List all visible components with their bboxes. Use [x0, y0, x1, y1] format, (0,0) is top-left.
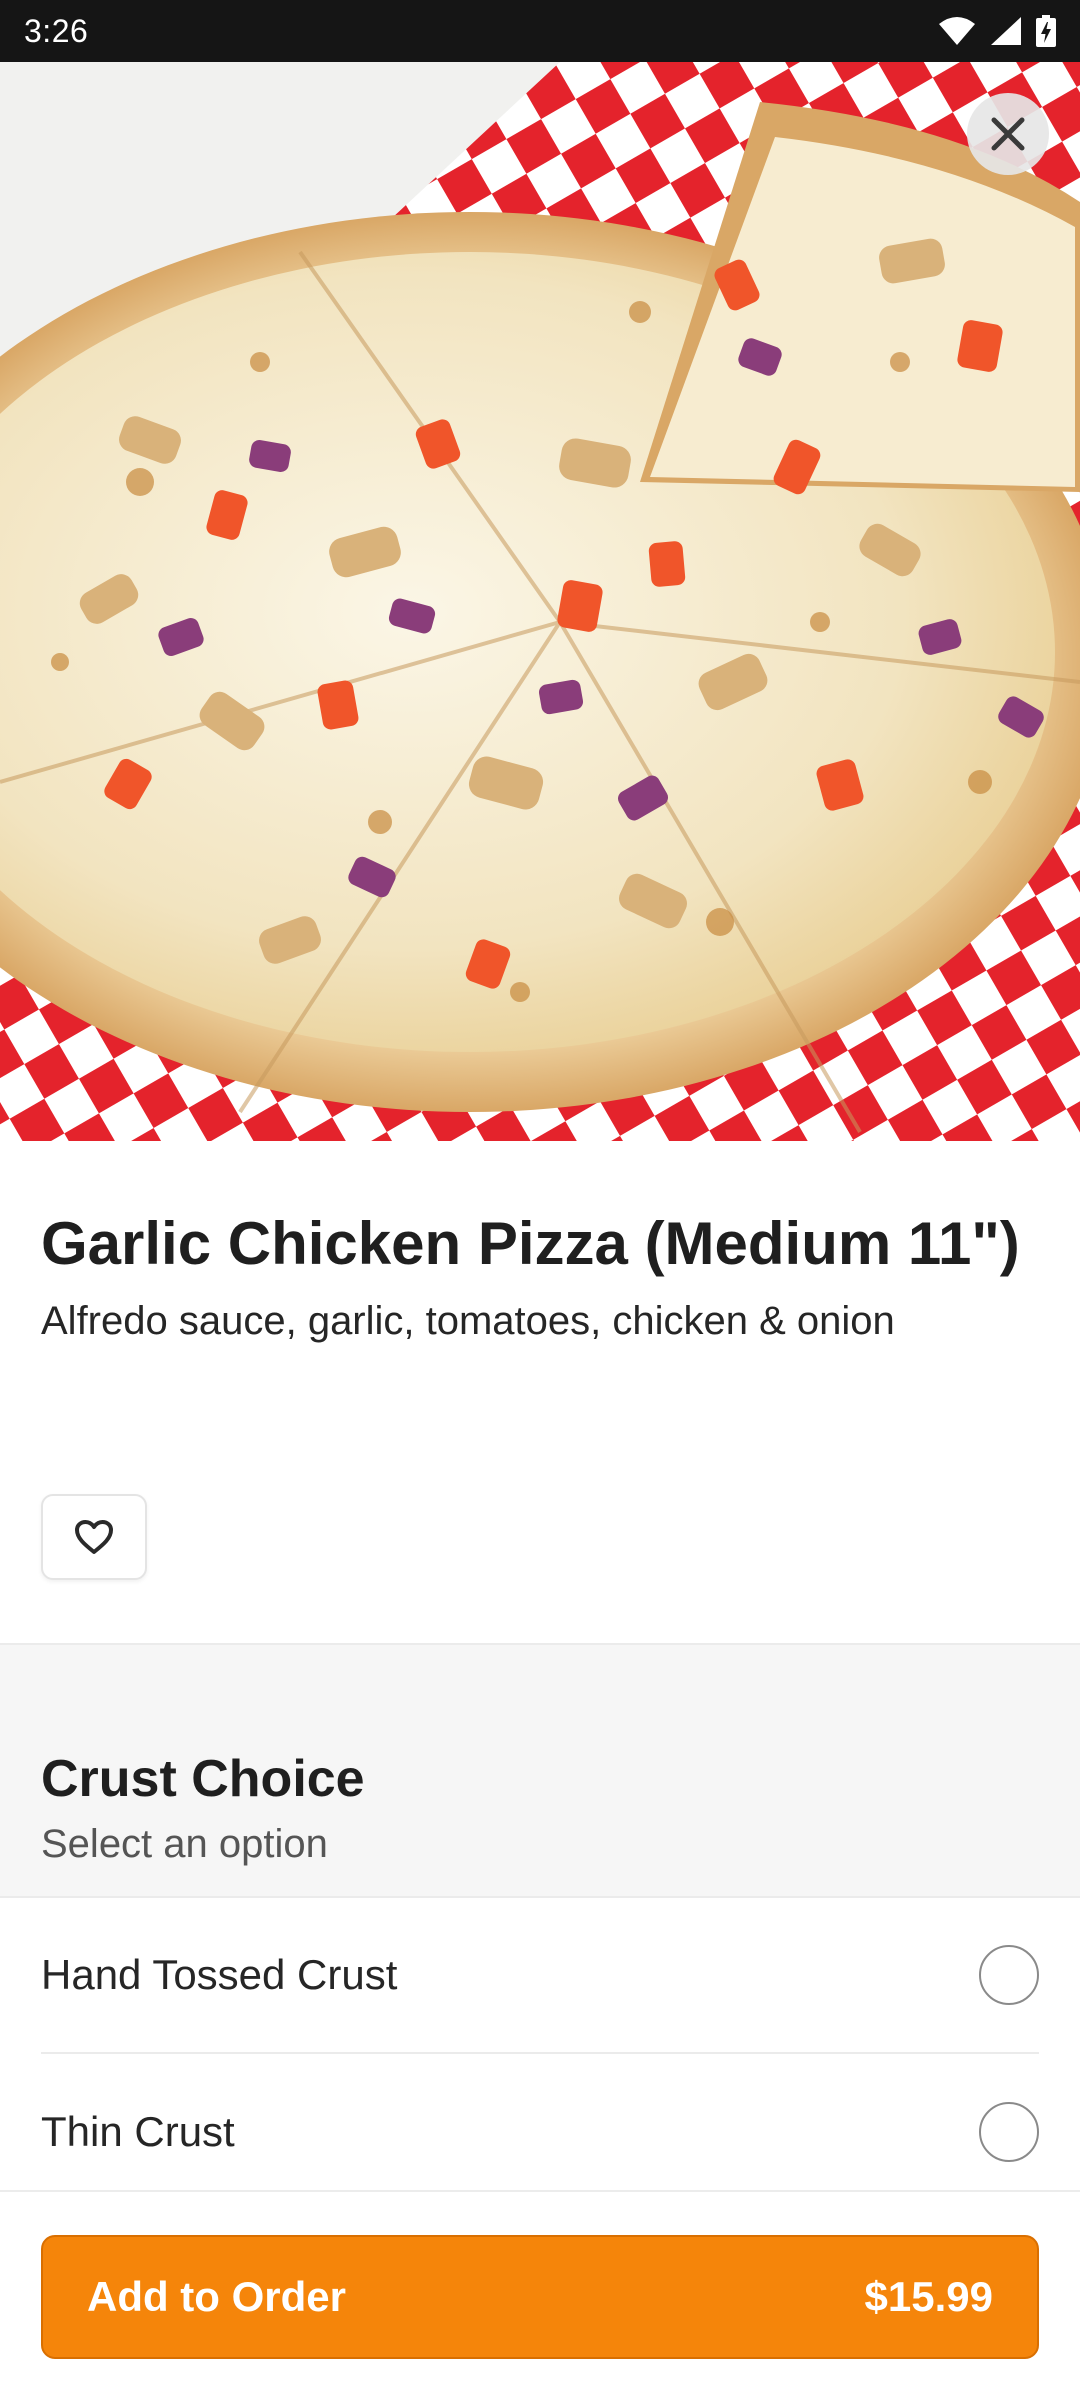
heart-outline-icon	[75, 1520, 113, 1554]
add-to-order-button[interactable]: Add to Order $15.99	[41, 2235, 1039, 2359]
close-button[interactable]	[967, 93, 1049, 175]
option-list: Hand Tossed Crust Thin Crust	[0, 1898, 1080, 2210]
wifi-icon	[938, 16, 976, 46]
order-price: $15.99	[864, 2273, 993, 2320]
option-group-title: Crust Choice	[41, 1750, 365, 1808]
product-image	[0, 62, 1080, 1141]
signal-icon	[990, 16, 1022, 46]
close-icon	[991, 117, 1025, 151]
radio-button[interactable]	[979, 2102, 1039, 2162]
favorite-button[interactable]	[41, 1494, 147, 1580]
option-thin-crust[interactable]: Thin Crust	[41, 2054, 1039, 2210]
add-to-order-label: Add to Order	[87, 2273, 346, 2320]
bottom-action-bar: Add to Order $15.99	[0, 2190, 1080, 2400]
item-detail-screen: 3:26 Garlic Chicken Pizza (Medium 11") A…	[0, 0, 1080, 2400]
option-hand-tossed-crust[interactable]: Hand Tossed Crust	[41, 1898, 1039, 2054]
battery-charging-icon	[1036, 15, 1056, 47]
status-bar: 3:26	[0, 0, 1080, 62]
option-label: Hand Tossed Crust	[41, 1951, 398, 1998]
product-description: Alfredo sauce, garlic, tomatoes, chicken…	[41, 1299, 895, 1343]
status-time: 3:26	[24, 12, 89, 49]
option-group-subtitle: Select an option	[41, 1822, 328, 1866]
status-icons	[938, 15, 1056, 47]
radio-button[interactable]	[979, 1945, 1039, 2005]
product-title: Garlic Chicken Pizza (Medium 11")	[41, 1210, 1020, 1277]
option-label: Thin Crust	[41, 2108, 235, 2155]
product-info: Garlic Chicken Pizza (Medium 11") Alfred…	[0, 1141, 1080, 1643]
option-group-header: Crust Choice Select an option	[0, 1643, 1080, 1898]
pizza-illustration	[0, 62, 1080, 1141]
